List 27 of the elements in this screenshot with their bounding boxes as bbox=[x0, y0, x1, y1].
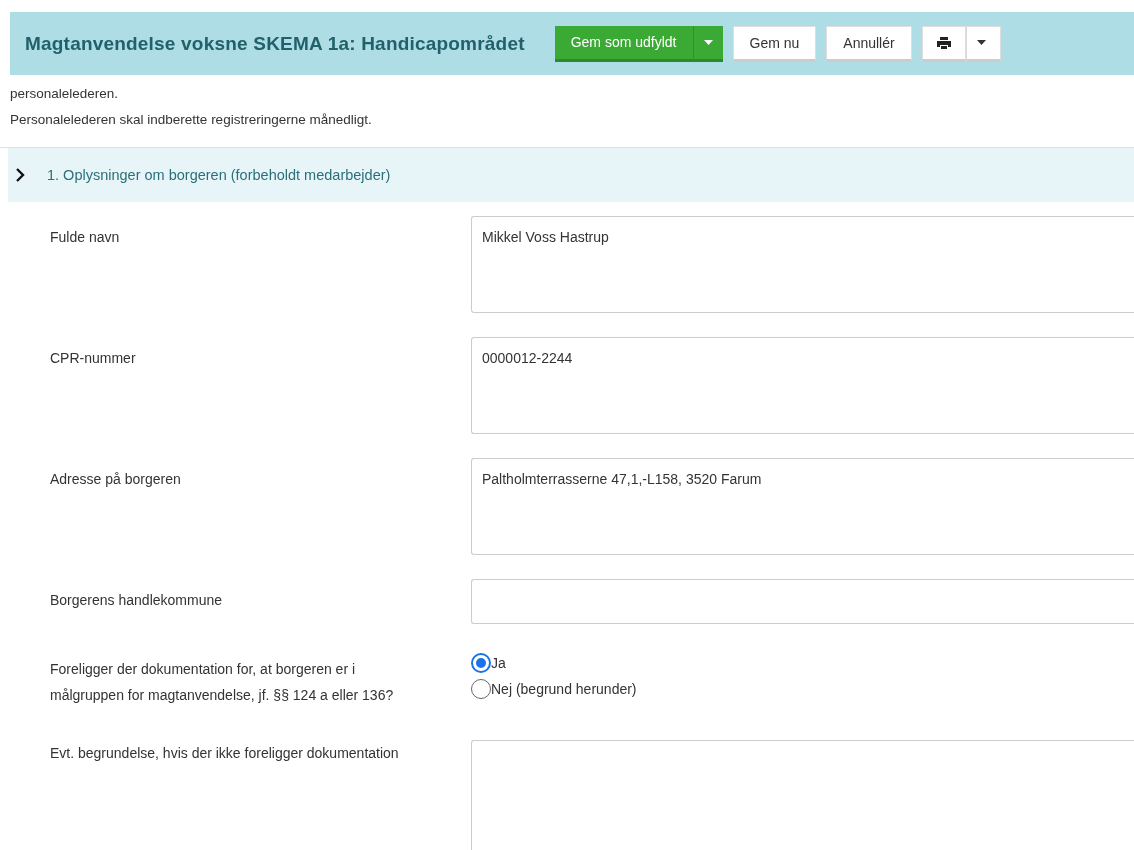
intro-text: personalelederen. bbox=[10, 85, 120, 103]
form-title: Magtanvendelse voksne SKEMA 1a: Handicapområdet bbox=[25, 32, 525, 55]
intro-text: Personalelederen skal indberette registreringerne månedligt. bbox=[10, 111, 373, 129]
caret-icon bbox=[976, 40, 986, 45]
print-icon bbox=[936, 36, 951, 49]
field-label: Foreligger der dokumentation for, at borgeren er i målgruppen for magtanvendelse, jf. §§ 124 a eller 136? bbox=[50, 660, 395, 705]
text-area[interactable]: 0000012-2244 bbox=[471, 337, 1134, 434]
field-label: Borgerens handlekommune bbox=[50, 591, 223, 610]
section-title: 1. Oplysninger om borgeren (forbeholdt medarbejder) bbox=[47, 167, 391, 183]
field-label: Fulde navn bbox=[50, 228, 121, 247]
text-area[interactable]: Mikkel Voss Hastrup bbox=[471, 216, 1134, 313]
chevron-icon bbox=[16, 168, 25, 182]
form-button[interactable]: Gem nu bbox=[732, 25, 817, 62]
radio-label[interactable]: Ja bbox=[491, 650, 506, 676]
form-button[interactable]: Annullér bbox=[826, 25, 912, 62]
input-field[interactable] bbox=[471, 579, 1134, 624]
field-label: Adresse på borgeren bbox=[50, 470, 182, 489]
caret-icon bbox=[703, 39, 713, 45]
print-button[interactable] bbox=[921, 25, 966, 62]
radio-button[interactable] bbox=[471, 653, 491, 673]
section-header[interactable]: 1. Oplysninger om borgeren (forbeholdt medarbejder) bbox=[8, 148, 1134, 202]
field-label: CPR-nummer bbox=[50, 349, 137, 368]
text-area[interactable]: Paltholmterrasserne 47,1,-L158, 3520 Farum bbox=[471, 458, 1134, 555]
field-label: Evt. begrundelse, hvis der ikke foreligger dokumentation bbox=[50, 744, 400, 763]
radio-button[interactable] bbox=[471, 679, 491, 699]
dropdown-button[interactable] bbox=[692, 25, 723, 62]
radio-label[interactable]: Nej (begrund herunder) bbox=[491, 676, 637, 702]
